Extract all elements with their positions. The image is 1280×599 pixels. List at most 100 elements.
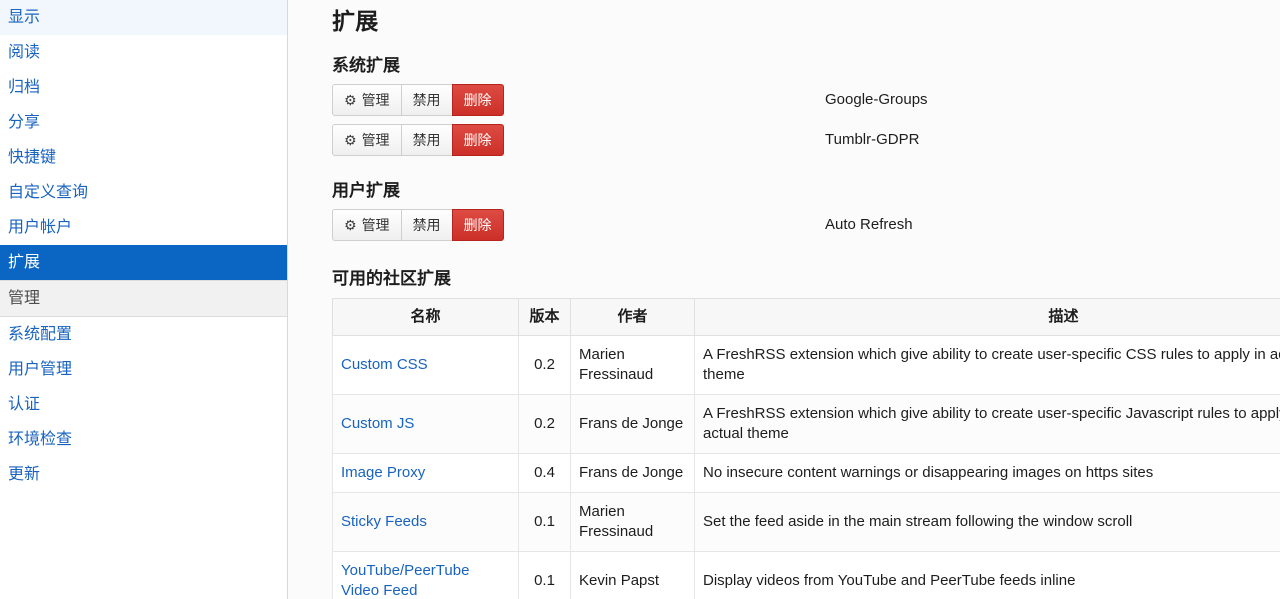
community-extensions-heading: 可用的社区扩展 — [332, 269, 451, 288]
extension-description-cell: A FreshRSS extension which give ability … — [694, 394, 1280, 454]
disable-extension-button[interactable]: 禁用 — [400, 84, 453, 116]
table-column-header: 描述 — [694, 298, 1280, 336]
sidebar-item-shortcuts[interactable]: 快捷键 — [0, 140, 287, 175]
community-extensions-table: 名称 版本 作者 描述 Custom CSS 0.2 Marien Fressinaud A… — [332, 298, 1280, 599]
extension-name: Tumblr-GDPR — [825, 131, 920, 148]
extension-author-cell: Frans de Jonge — [570, 453, 695, 493]
table-column-header: 作者 — [570, 298, 695, 336]
sidebar-item-auth[interactable]: 认证 — [0, 387, 287, 422]
remove-extension-button[interactable]: 删除 — [451, 84, 504, 116]
system-extensions-heading: 系统扩展 — [332, 56, 400, 75]
sidebar-item-archiving[interactable]: 归档 — [0, 70, 287, 105]
gear-icon: ⚙ — [344, 217, 357, 233]
sidebar-item-queries[interactable]: 自定义查询 — [0, 175, 287, 210]
table-head: 名称 版本 作者 描述 — [332, 298, 1280, 336]
extension-name-cell: Custom JS — [332, 394, 519, 454]
sidebar-list-item: 归档 — [0, 70, 287, 105]
table-body: Custom CSS 0.2 Marien Fressinaud A FreshRSS… — [332, 335, 1280, 599]
extension-link[interactable]: Image Proxy — [341, 464, 425, 481]
extension-action-button-group: ⚙ 管理 禁用 删除 — [332, 84, 504, 116]
table-row: YouTube/PeerTube Video Feed 0.1 Kevin Paps… — [332, 551, 1280, 599]
sidebar-item-update[interactable]: 更新 — [0, 457, 287, 492]
extension-name: Google-Groups — [825, 91, 928, 108]
sidebar-list-item: 显示 — [0, 0, 287, 35]
table-column-header: 名称 — [332, 298, 519, 336]
extension-link[interactable]: Sticky Feeds — [341, 513, 427, 530]
extension-version-cell: 0.4 — [518, 453, 571, 493]
extension-row: ⚙ 管理 禁用 删除 Google-Groups — [332, 84, 1280, 124]
extension-row: ⚙ 管理 禁用 删除 Tumblr-GDPR — [332, 124, 1280, 164]
sidebar-list-item: 管理 — [0, 280, 287, 317]
sidebar-item-system-config[interactable]: 系统配置 — [0, 317, 287, 352]
sidebar-list-item: 环境检查 — [0, 422, 287, 457]
extension-link[interactable]: YouTube/PeerTube Video Feed — [341, 562, 469, 599]
extension-author-cell: Kevin Papst — [570, 551, 695, 599]
sidebar-item-account[interactable]: 用户帐户 — [0, 210, 287, 245]
manage-button-label: 管理 — [361, 92, 390, 108]
user-extensions-heading: 用户扩展 — [332, 181, 400, 200]
extension-author-cell: Marien Fressinaud — [570, 335, 695, 395]
extension-link[interactable]: Custom CSS — [341, 356, 428, 373]
sidebar-item-user-admin[interactable]: 用户管理 — [0, 352, 287, 387]
sidebar-list-item: 用户管理 — [0, 352, 287, 387]
sidebar-list-item: 自定义查询 — [0, 175, 287, 210]
remove-extension-button[interactable]: 删除 — [451, 209, 504, 241]
extension-name-cell: Custom CSS — [332, 335, 519, 395]
extension-action-button-group: ⚙ 管理 禁用 删除 — [332, 124, 504, 156]
user-extensions-list: ⚙ 管理 禁用 删除 Auto Refresh — [332, 209, 1280, 249]
sidebar-item-check-install[interactable]: 环境检查 — [0, 422, 287, 457]
extension-row: ⚙ 管理 禁用 删除 Auto Refresh — [332, 209, 1280, 249]
extension-author-cell: Marien Fressinaud — [570, 492, 695, 552]
table-row: Custom JS 0.2 Frans de Jonge A FreshRSS ext… — [332, 394, 1280, 454]
sidebar-list-item: 分享 — [0, 105, 287, 140]
disable-extension-button[interactable]: 禁用 — [400, 124, 453, 156]
sidebar-list-item: 扩展 — [0, 245, 287, 280]
table-row: Custom CSS 0.2 Marien Fressinaud A FreshRSS… — [332, 335, 1280, 395]
extension-version-cell: 0.2 — [518, 394, 571, 454]
sidebar-list-item: 快捷键 — [0, 140, 287, 175]
extension-link[interactable]: Custom JS — [341, 415, 414, 432]
sidebar-list-item: 用户帐户 — [0, 210, 287, 245]
manage-extension-button[interactable]: ⚙ 管理 — [332, 124, 402, 156]
extension-description-cell: Display videos from YouTube and PeerTube… — [694, 551, 1280, 599]
extension-description-cell: No insecure content warnings or disappea… — [694, 453, 1280, 493]
sidebar-item-extensions[interactable]: 扩展 — [0, 245, 287, 280]
disable-extension-button[interactable]: 禁用 — [400, 209, 453, 241]
extension-name: Auto Refresh — [825, 216, 913, 233]
sidebar-list-item: 系统配置 — [0, 317, 287, 352]
extension-author-cell: Frans de Jonge — [570, 394, 695, 454]
table-row: Image Proxy 0.4 Frans de Jonge No insecure … — [332, 453, 1280, 493]
extension-description-cell: Set the feed aside in the main stream fo… — [694, 492, 1280, 552]
sidebar-item-display[interactable]: 显示 — [0, 0, 287, 35]
gear-icon: ⚙ — [344, 132, 357, 148]
extension-name-cell: YouTube/PeerTube Video Feed — [332, 551, 519, 599]
manage-extension-button[interactable]: ⚙ 管理 — [332, 84, 402, 116]
extension-name-cell: Sticky Feeds — [332, 492, 519, 552]
system-extensions-list: ⚙ 管理 禁用 删除 Google-Groups ⚙ 管理 禁用 删除 Tumblr-GDPR — [332, 84, 1280, 164]
manage-extension-button[interactable]: ⚙ 管理 — [332, 209, 402, 241]
sidebar-item-sharing[interactable]: 分享 — [0, 105, 287, 140]
sidebar: 显示 阅读 归档 分享 快捷键 自定义查询 用户帐户 扩展 管理 系统配置 用户管理 认证 环境检查 更新 — [0, 0, 288, 599]
extension-action-button-group: ⚙ 管理 禁用 删除 — [332, 209, 504, 241]
app-root: 显示 阅读 归档 分享 快捷键 自定义查询 用户帐户 扩展 管理 系统配置 用户管理 认证 环境检查 更新… — [0, 0, 1280, 599]
manage-button-label: 管理 — [361, 132, 390, 148]
gear-icon: ⚙ — [344, 92, 357, 108]
manage-button-label: 管理 — [361, 217, 390, 233]
extension-version-cell: 0.1 — [518, 492, 571, 552]
sidebar-nav-list: 显示 阅读 归档 分享 快捷键 自定义查询 用户帐户 扩展 管理 系统配置 用户管理 认证 环境检查 更新 — [0, 0, 287, 492]
page-title: 扩展 — [332, 8, 379, 34]
sidebar-list-item: 阅读 — [0, 35, 287, 70]
extension-name-cell: Image Proxy — [332, 453, 519, 493]
extension-description-cell: A FreshRSS extension which give ability … — [694, 335, 1280, 395]
community-extensions-table-wrap: 名称 版本 作者 描述 Custom CSS 0.2 Marien Fressinaud A… — [332, 298, 1280, 599]
remove-extension-button[interactable]: 删除 — [451, 124, 504, 156]
sidebar-section-admin: 管理 — [0, 280, 287, 317]
extension-version-cell: 0.1 — [518, 551, 571, 599]
sidebar-item-reading[interactable]: 阅读 — [0, 35, 287, 70]
main-content: 扩展 系统扩展 ⚙ 管理 禁用 删除 Google-Groups ⚙ 管理 禁用 删除 Tumbl… — [288, 0, 1280, 599]
sidebar-list-item: 认证 — [0, 387, 287, 422]
table-row: Sticky Feeds 0.1 Marien Fressinaud Set the … — [332, 492, 1280, 552]
table-column-header: 版本 — [518, 298, 571, 336]
extension-version-cell: 0.2 — [518, 335, 571, 395]
sidebar-list-item: 更新 — [0, 457, 287, 492]
